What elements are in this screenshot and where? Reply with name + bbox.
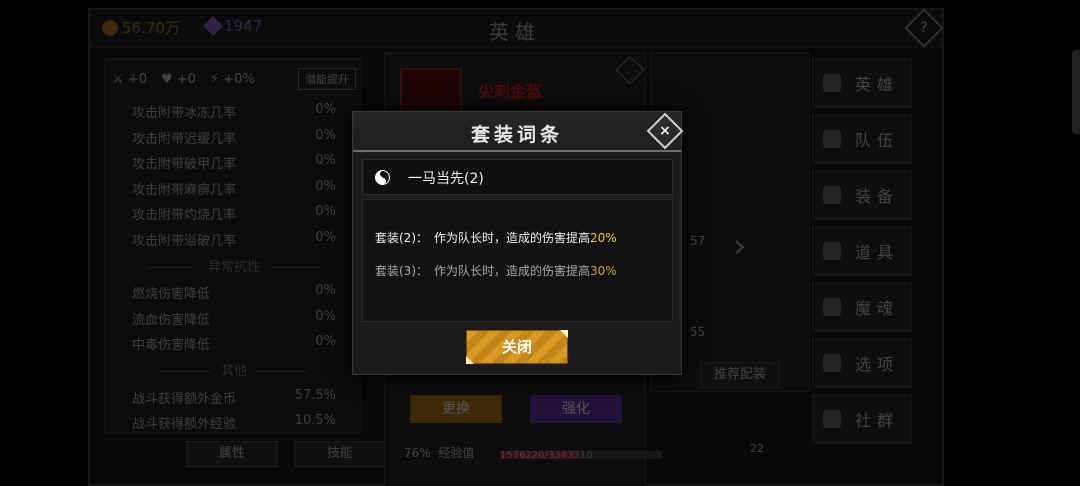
stats-tabs: 属性 技能 [186,441,386,467]
stat-label: 攻击附带破甲几率 [132,157,237,172]
item-name: 尖刺金盔 [478,82,543,101]
level-progress: 76% 经验值 [404,446,475,460]
slot-level: 57 [690,234,706,248]
stat-label: 战斗获得额外金币 [132,392,237,407]
close-button[interactable]: 关闭 [466,330,568,364]
flame-icon [823,298,841,316]
stat-label: 流血伤害降低 [132,312,211,328]
nav-hero[interactable]: 英雄 [812,58,912,108]
dialog-title: 套装词条 [470,124,563,146]
gear-icon [823,354,841,372]
stat-value: 0% [315,127,336,143]
tab-attributes[interactable]: 属性 [186,441,278,467]
flag-icon [823,130,841,148]
section-header: 其他 [112,360,356,379]
stat-value: 0% [315,102,336,117]
stat-value: 0% [315,283,336,298]
nav-souls[interactable]: 魔魂 [812,282,912,332]
stat-row: 中毒伤害降低 0% [132,334,336,353]
set-name-row: 一马当先(2) [362,159,673,195]
set-bonus-dialog: 套装词条 × 一马当先(2) 套装(2)： 作为队长时，造成的伤害提高20% 套装… [352,111,684,375]
set-name: 一马当先(2) [408,171,484,187]
stat-row: 攻击附带破甲几率 0% [132,153,336,172]
gold-amount: 56.70万 [122,19,180,37]
stat-value: 57.5% [294,388,336,403]
stat-value: 0% [315,308,336,324]
stat-label: 攻击附带冰冻几率 [132,106,237,121]
recommend-button[interactable]: 推荐配装 [700,362,780,388]
stat-label: 战斗获得额外经验 [132,417,237,432]
set-effect-active: 套装(2)： 作为队长时，造成的伤害提高20% [375,231,617,245]
lightning-icon: ⚡ +0% [209,71,255,87]
nav-community[interactable]: 社群 [812,394,912,444]
nav-team[interactable]: 队伍 [812,114,912,164]
stat-row: 战斗获得额外金币 57.5% [132,388,336,407]
bag-icon [823,242,841,260]
gem-amount: 1947 [224,17,263,35]
slot-level: 22 [750,442,764,455]
dialog-header: 套装词条 [353,112,681,152]
stat-row: 攻击附带溢破几率 0% [132,230,336,249]
helmet-nav-icon [823,186,841,204]
stat-row: 攻击附带麻痹几率 0% [132,179,336,198]
hero-icon [823,74,841,92]
stat-value: 0% [315,178,336,194]
strength-icon: ⚔ +0 [112,71,147,87]
stat-label: 攻击附带麻痹几率 [132,182,237,198]
stat-icons-row: ⚔ +0 ♥ +0 ⚡ +0% 潜能提升 [112,68,362,90]
stat-value: 0% [315,334,336,349]
gem-icon [203,16,223,36]
gold-coin-icon [102,19,118,36]
heart-icon: ♥ +0 [160,71,196,87]
stat-value: 0% [315,204,336,219]
section-header: 异常抗性 [112,256,356,275]
tab-skills[interactable]: 技能 [294,441,386,467]
stat-row: 燃烧伤害降低 0% [132,283,336,302]
stat-label: 攻击附带灼烧几率 [132,208,237,223]
stat-label: 中毒伤害降低 [132,338,211,353]
stat-label: 攻击附带迟缓几率 [132,131,237,147]
side-nav: 英雄 队伍 装备 道具 魔魂 选项 社群 [812,58,912,450]
stat-row: 攻击附带灼烧几率 0% [132,204,336,223]
stat-row: 流血伤害降低 0% [132,309,336,328]
community-icon [823,410,841,428]
stat-value: 0% [315,153,336,168]
slot-level: 55 [690,325,706,339]
stat-label: 攻击附带溢破几率 [132,233,237,249]
stat-row: 战斗获得额外经验 10.5% [132,413,336,432]
set-effects-list: 套装(2)： 作为队长时，造成的伤害提高20% 套装(3)： 作为队长时，造成的伤害… [362,199,673,322]
next-arrow-icon[interactable]: › [733,226,747,266]
yin-yang-icon [375,170,390,185]
stat-row: 攻击附带迟缓几率 0% [132,128,336,147]
stat-value: 10.5% [294,413,336,428]
nav-items[interactable]: 道具 [812,226,912,276]
gem-display: 1947 [203,16,263,36]
stat-label: 燃烧伤害降低 [132,287,211,302]
nav-options[interactable]: 选项 [812,338,912,388]
stat-value: 0% [315,229,336,245]
page-title: 英雄 [489,20,541,44]
enhance-button[interactable]: 强化 [530,395,622,423]
gold-display: 56.70万 [102,17,180,38]
exp-text: 1576220/3343310 [500,450,593,461]
stat-row: 攻击附带冰冻几率 0% [132,102,336,121]
side-drawer-handle[interactable] [1072,50,1080,134]
potential-button[interactable]: 潜能提升 [298,68,356,90]
replace-button[interactable]: 更换 [410,395,502,423]
set-effect-inactive: 套装(3)： 作为队长时，造成的伤害提高30% [375,264,617,278]
nav-equipment[interactable]: 装备 [812,170,912,220]
